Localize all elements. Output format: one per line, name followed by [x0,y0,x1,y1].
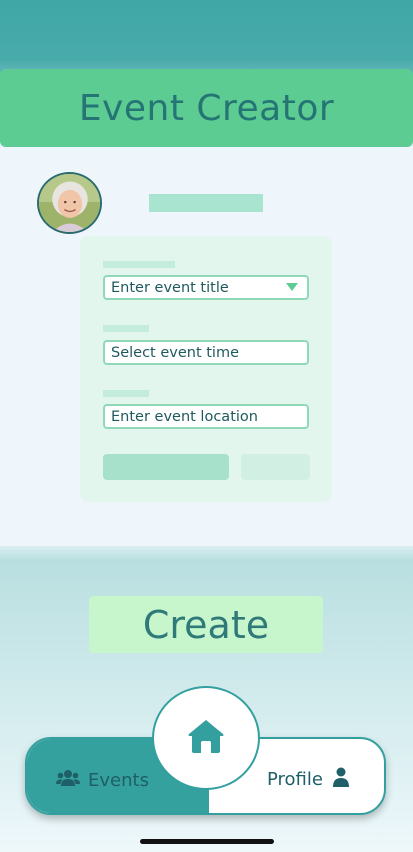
event-time-field[interactable]: Select event time [103,340,309,365]
username-placeholder [149,194,263,212]
nav-item-events[interactable]: Events [56,769,149,792]
user-icon [332,767,349,792]
users-icon [56,769,80,792]
event-time-text: Select event time [111,344,240,361]
nav-profile-label: Profile [267,769,323,790]
event-title-text: Enter event title [111,279,229,296]
app-header: Event Creator [0,69,413,147]
page-title: Event Creator [78,87,335,129]
location-label-placeholder [103,390,149,397]
avatar[interactable] [37,172,102,234]
event-title-dropdown[interactable]: Enter event title [103,275,309,300]
nav-item-profile[interactable]: Profile [267,767,349,792]
create-button[interactable]: Create [89,596,323,653]
event-location-field[interactable]: Enter event location [103,404,309,429]
submit-button-placeholder[interactable] [103,454,229,480]
home-indicator [140,839,274,844]
title-label-placeholder [103,261,175,268]
chevron-down-icon[interactable] [286,283,298,291]
home-button[interactable] [152,686,260,790]
home-icon [187,718,225,759]
nav-events-label: Events [88,770,149,791]
time-label-placeholder [103,325,149,332]
cancel-button-placeholder[interactable] [241,454,310,480]
avatar-image [39,174,100,232]
event-location-text: Enter event location [111,408,258,425]
